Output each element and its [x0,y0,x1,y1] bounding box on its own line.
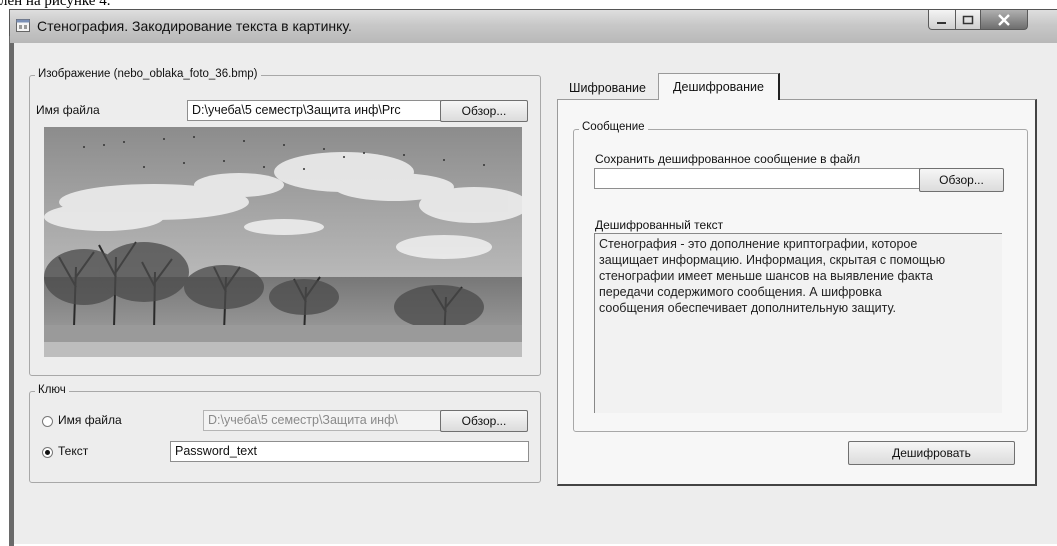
maximize-button[interactable] [955,10,981,30]
landscape-image-graphic [44,127,522,357]
image-file-label: Имя файла [36,103,100,117]
app-window: Стенография. Закодирование текста в карт… [9,9,1057,546]
tab-encrypt[interactable]: Шифрование [557,77,658,99]
save-browse-button[interactable]: Обзор... [919,168,1004,192]
message-group-legend: Сообщение [579,121,648,133]
image-group-legend: Изображение (nebo_oblaka_foto_36.bmp) [35,68,261,80]
window-app-icon[interactable] [16,19,30,32]
key-text-input[interactable]: Password_text [170,441,529,462]
key-group-legend: Ключ [35,384,69,396]
decoded-text-area[interactable]: Стенография - это дополнение криптографи… [594,233,1002,413]
key-file-radio[interactable] [42,416,53,427]
key-text-radio[interactable] [42,447,53,458]
key-text-label: Текст [58,444,89,458]
minimize-button[interactable] [928,10,956,30]
close-icon [998,13,1010,26]
maximize-icon [962,15,974,24]
key-file-path-field[interactable]: D:\учеба\5 семестр\Защита инф\ [203,410,442,431]
title-bar[interactable]: Стенография. Закодирование текста в карт… [10,10,1057,43]
close-button[interactable] [980,10,1028,30]
save-path-field[interactable] [594,168,920,189]
decrypt-button[interactable]: Дешифровать [848,441,1015,465]
save-decoded-label: Сохранить дешифрованное сообщение в файл [595,152,861,166]
tab-decrypt[interactable]: Дешифрование [658,73,780,100]
window-title: Стенография. Закодирование текста в карт… [37,18,352,34]
landscape-image [44,127,522,357]
image-browse-button[interactable]: Обзор... [440,100,528,122]
key-browse-button[interactable]: Обзор... [440,410,528,432]
key-file-label: Имя файла [58,413,122,427]
image-file-path-field[interactable]: D:\учеба\5 семестр\Защита инф\Prc [187,100,441,121]
minimize-icon [937,21,946,24]
decoded-text-label: Дешифрованный текст [595,218,724,232]
key-group [29,391,541,483]
